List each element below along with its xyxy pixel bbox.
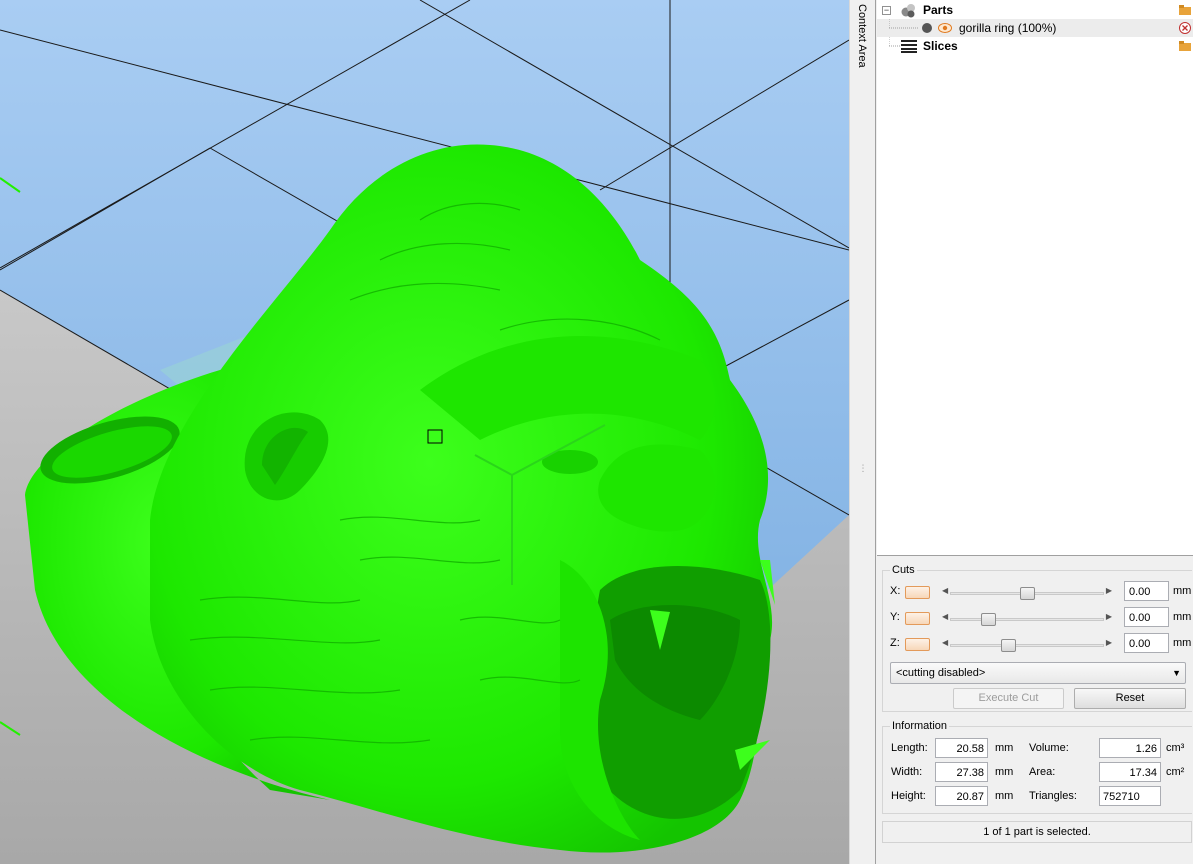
axis-z-toggle[interactable] [905,638,930,651]
selection-status: 1 of 1 part is selected. [882,821,1192,843]
height-label: Height: [891,790,926,802]
slider-left-arrow-icon[interactable]: ◀ [942,638,948,647]
folder-icon[interactable] [1179,40,1191,52]
parts-label: Parts [923,3,954,17]
triangles-label: Triangles: [1029,790,1077,802]
part-dot-icon [922,23,932,33]
slider-thumb[interactable] [1019,587,1035,600]
eye-icon[interactable] [938,22,952,34]
axis-z-slider[interactable]: ◀ ▶ [940,638,1114,652]
context-area-label: Context Area [856,4,868,68]
remove-icon[interactable] [1179,22,1191,34]
cut-axis-y: Y: ◀ ▶ 0.00 mm [890,607,1192,629]
slider-right-arrow-icon[interactable]: ▶ [1106,612,1112,621]
axis-z-unit: mm [1173,637,1192,649]
axis-y-unit: mm [1173,611,1192,623]
axis-z-label: Z: [890,637,900,649]
cut-mode-value: <cutting disabled> [896,667,986,679]
3d-viewport[interactable] [0,0,849,864]
tree-item-parts[interactable]: − Parts [877,1,1193,19]
parts-icon [901,4,915,18]
axis-x-unit: mm [1173,585,1192,597]
volume-unit: cm³ [1166,742,1185,754]
axis-x-toggle[interactable] [905,586,930,599]
slices-label: Slices [923,39,958,53]
height-unit: mm [995,790,1014,802]
slider-right-arrow-icon[interactable]: ▶ [1106,586,1112,595]
area-value: 17.34 [1099,762,1161,782]
chevron-down-icon: ▼ [1172,668,1181,678]
cuts-group: Cuts X: ◀ ▶ 0.00 mm Y: ◀ ▶ 0.00 mm Z: ◀ [882,564,1192,712]
axis-y-value[interactable]: 0.00 [1124,607,1169,627]
volume-label: Volume: [1029,742,1069,754]
context-area-strip[interactable]: Context Area ⋮ [849,0,876,864]
scene-render [0,0,849,864]
axis-z-value[interactable]: 0.00 [1124,633,1169,653]
area-unit: cm² [1166,766,1185,778]
object-tree[interactable]: − Parts gorilla ring (100%) Slices [877,0,1193,556]
slices-icon [901,40,917,53]
slider-left-arrow-icon[interactable]: ◀ [942,586,948,595]
axis-y-toggle[interactable] [905,612,930,625]
length-value: 20.58 [935,738,988,758]
information-group: Information Length: 20.58 mm Width: 27.3… [882,720,1192,814]
length-unit: mm [995,742,1014,754]
volume-value: 1.26 [1099,738,1161,758]
cut-axis-z: Z: ◀ ▶ 0.00 mm [890,633,1192,655]
folder-icon[interactable] [1179,4,1191,16]
axis-x-value[interactable]: 0.00 [1124,581,1169,601]
information-title: Information [890,720,950,732]
axis-x-label: X: [890,585,901,597]
width-unit: mm [995,766,1014,778]
part-label: gorilla ring (100%) [959,21,1057,35]
execute-cut-button[interactable]: Execute Cut [953,688,1064,709]
axis-y-slider[interactable]: ◀ ▶ [940,612,1114,626]
slider-track [950,644,1104,647]
width-value: 27.38 [935,762,988,782]
slider-left-arrow-icon[interactable]: ◀ [942,612,948,621]
slider-right-arrow-icon[interactable]: ▶ [1106,638,1112,647]
tree-connector [889,19,919,29]
cut-mode-select[interactable]: <cutting disabled> ▼ [890,662,1186,684]
cut-axis-x: X: ◀ ▶ 0.00 mm [890,581,1192,603]
height-value: 20.87 [935,786,988,806]
area-label: Area: [1029,766,1056,778]
width-label: Width: [891,766,923,778]
tree-item-slices[interactable]: Slices [877,37,1193,55]
splitter-grip[interactable]: ⋮ [850,450,875,486]
tree-item-gorilla-ring[interactable]: gorilla ring (100%) [877,19,1193,37]
axis-x-slider[interactable]: ◀ ▶ [940,586,1114,600]
slider-track [950,618,1104,621]
cuts-title: Cuts [890,564,917,576]
collapse-toggle[interactable]: − [882,5,891,15]
axis-y-label: Y: [890,611,900,623]
triangles-value: 752710 [1099,786,1161,806]
length-label: Length: [891,742,928,754]
tree-connector [889,37,901,47]
reset-button[interactable]: Reset [1074,688,1186,709]
slider-thumb[interactable] [980,613,996,626]
slider-thumb[interactable] [1001,639,1017,652]
